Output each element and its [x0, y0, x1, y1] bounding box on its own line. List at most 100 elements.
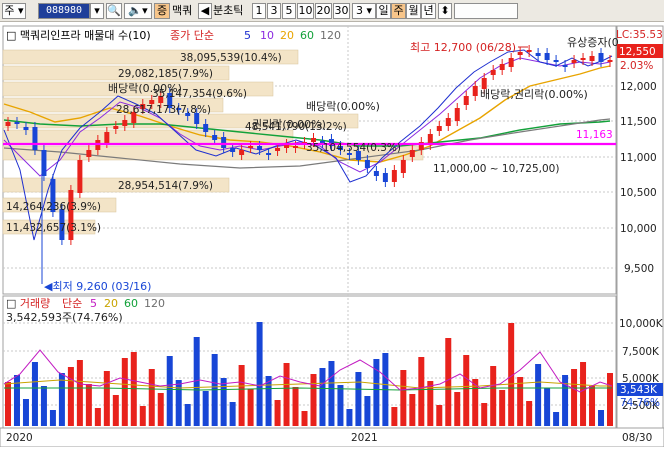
vp-label-10: 11,432,657(3.1%): [6, 222, 101, 234]
volume-bar: [175, 380, 182, 426]
volume-bar: [607, 373, 613, 426]
candle-body: [293, 146, 299, 148]
candle-body: [544, 53, 550, 60]
vp-label-4: 28,617,173(7.8%): [116, 104, 211, 116]
price-tick: 11,500: [620, 116, 657, 128]
speaker-icon[interactable]: 🔈▾: [124, 3, 152, 19]
volume-bar: [166, 356, 173, 426]
candle-body: [275, 148, 281, 151]
volume-bar: [202, 391, 209, 426]
interval-10-button[interactable]: 10: [297, 3, 314, 19]
chart-area: □ 맥쿼리인프라 매물대 수(10) 종가 단순 5 10 20 60 120 …: [0, 22, 664, 448]
volume-bar: [49, 410, 56, 426]
volume-bar: [139, 406, 146, 426]
interval-3-button[interactable]: 3: [267, 3, 281, 19]
volume-bar: [184, 404, 191, 426]
candle-body: [499, 64, 505, 70]
volume-bar: [481, 403, 488, 426]
volume-bar: [463, 355, 470, 426]
volume-bar: [67, 367, 74, 426]
volume-bar: [292, 387, 299, 426]
candle-body: [23, 127, 29, 130]
dividend-rights-annotation: 배당락,권리락(0.00%): [480, 88, 588, 101]
toolbar-blank-input[interactable]: [454, 3, 518, 19]
date-end: 08/30: [622, 432, 652, 444]
volume-bar: [85, 384, 92, 426]
rights-annotation-1: 권리락(0.00%): [252, 118, 326, 131]
mode-select[interactable]: 주 ▾: [2, 3, 26, 19]
search-icon[interactable]: 🔍: [106, 3, 122, 19]
volume-bar: [283, 363, 290, 426]
code-dropdown-icon[interactable]: ▾: [90, 3, 104, 19]
volume-bar: [328, 361, 335, 426]
scroll-arrows-icon[interactable]: ⬍: [438, 3, 452, 19]
volume-bar: [274, 400, 281, 426]
volume-bar: [580, 362, 587, 426]
interval-1-button[interactable]: 1: [252, 3, 266, 19]
rights-button[interactable]: 증: [154, 3, 170, 19]
dividend-annotation-2: 배당락(0.00%): [306, 100, 380, 113]
candle-body: [463, 96, 469, 105]
candle-body: [32, 127, 38, 150]
candle-body: [409, 150, 415, 157]
candle-body: [472, 86, 478, 96]
price-tick: 12,000: [620, 81, 657, 93]
vp-label-2: 29,082,185(7.9%): [118, 68, 213, 80]
candle-body: [257, 146, 263, 150]
volume-bar: [319, 368, 326, 426]
volume-tick: 7,500K: [622, 346, 660, 358]
vp-label-8: 28,954,514(7.9%): [118, 180, 213, 192]
candle-body: [5, 122, 11, 126]
volume-bar: [499, 390, 506, 426]
vp-label-7: 11,000,00 ~ 10,725,00): [433, 163, 559, 175]
interval-30-button[interactable]: 30: [333, 3, 350, 19]
interval-5-button[interactable]: 5: [282, 3, 296, 19]
volume-bar: [58, 373, 65, 426]
price-chart-svg: □ 맥쿼리인프라 매물대 수(10) 종가 단순 5 10 20 60 120 …: [0, 25, 664, 448]
candle-body: [607, 60, 613, 62]
volume-bar: [103, 371, 110, 426]
volume-bar: [301, 411, 308, 426]
volume-bar: [436, 405, 443, 426]
candle-body: [14, 122, 20, 124]
volume-bar: [526, 401, 533, 426]
period-year-button[interactable]: 년: [421, 3, 436, 19]
interval-20-button[interactable]: 20: [315, 3, 332, 19]
volume-bar: [22, 399, 29, 426]
count-select[interactable]: 3 ▾: [352, 3, 376, 19]
price-tick: 11,000: [620, 152, 657, 164]
volume-bar: [220, 378, 227, 426]
high-annotation: 최고 12,700 (06/28): [410, 41, 516, 54]
code-input[interactable]: 088980: [38, 3, 90, 19]
candle-body: [436, 126, 442, 131]
period-week-button[interactable]: 주: [391, 3, 406, 19]
prev-icon[interactable]: ◀: [198, 3, 212, 19]
candle-body: [239, 150, 245, 155]
volume-bar: [310, 374, 317, 426]
volume-bar: [544, 388, 551, 426]
candle-body: [535, 53, 541, 56]
volume-bar: [256, 322, 263, 426]
volume-bar: [238, 365, 245, 426]
volume-bar: [517, 377, 524, 426]
candle-body: [508, 58, 514, 67]
volume-bar: [562, 375, 569, 426]
candle-body: [230, 148, 236, 152]
volume-bar: [157, 393, 164, 426]
candle-body: [203, 124, 209, 132]
candle-body: [373, 171, 379, 176]
vp-label-1: 38,095,539(10.4%): [180, 52, 282, 64]
candle-body: [122, 120, 128, 126]
candle-body: [445, 118, 451, 126]
volume-last-value: 3,543K: [620, 384, 658, 396]
vp-label-6: 35,104,554(0.3%): [306, 142, 401, 154]
volume-bar: [454, 392, 461, 426]
period-day-button[interactable]: 일: [376, 3, 391, 19]
ma5-legend: 5: [244, 29, 251, 42]
period-month-button[interactable]: 월: [406, 3, 421, 19]
volume-bar: [553, 412, 560, 426]
volume-ma5-legend: 5: [90, 297, 97, 310]
volume-bar: [40, 386, 47, 426]
volume-bar: [112, 395, 119, 426]
candle-body: [266, 153, 272, 155]
